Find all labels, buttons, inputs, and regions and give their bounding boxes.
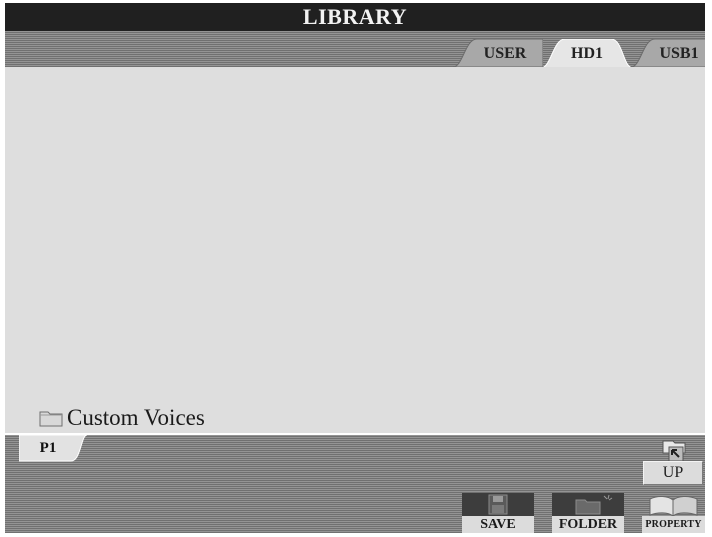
up-button-label: UP [643, 461, 703, 485]
tab-usb1[interactable]: USB1 [631, 39, 705, 67]
new-folder-button[interactable]: FOLDER [552, 493, 624, 533]
tab-hd1[interactable]: HD1 [541, 39, 633, 67]
page-tab-p1[interactable]: P1 [19, 435, 87, 463]
file-name: Custom Voices [67, 405, 205, 430]
folder-icon [39, 411, 63, 427]
up-button[interactable]: UP [643, 439, 703, 487]
tab-usb1-label: USB1 [659, 45, 699, 62]
file-list-area: Custom Voices [5, 67, 705, 435]
property-button-label: PROPERTY [642, 516, 705, 533]
save-button[interactable]: SAVE [462, 493, 534, 533]
property-button[interactable]: PROPERTY [642, 493, 705, 533]
new-folder-icon [575, 494, 613, 515]
bottom-panel: P1 UP SAVE FOLDER PROPERTY [5, 435, 705, 533]
file-item-custom-voices[interactable]: Custom Voices [39, 405, 205, 431]
folder-up-icon [662, 440, 686, 462]
window-title: LIBRARY [302, 4, 408, 29]
floppy-disk-icon [488, 494, 508, 515]
save-button-label: SAVE [462, 516, 534, 533]
page-tab-label: P1 [39, 440, 57, 456]
tab-strip: USER USB1 HD1 [5, 31, 705, 67]
library-screen: LIBRARY USER USB1 HD1 Custom Voices P1 U… [5, 3, 705, 533]
tab-user[interactable]: USER [453, 39, 543, 67]
tab-user-label: USER [483, 45, 527, 62]
folder-button-label: FOLDER [552, 516, 624, 533]
tab-hd1-label: HD1 [571, 45, 603, 62]
open-book-icon [649, 496, 698, 517]
title-bar: LIBRARY [5, 3, 705, 31]
